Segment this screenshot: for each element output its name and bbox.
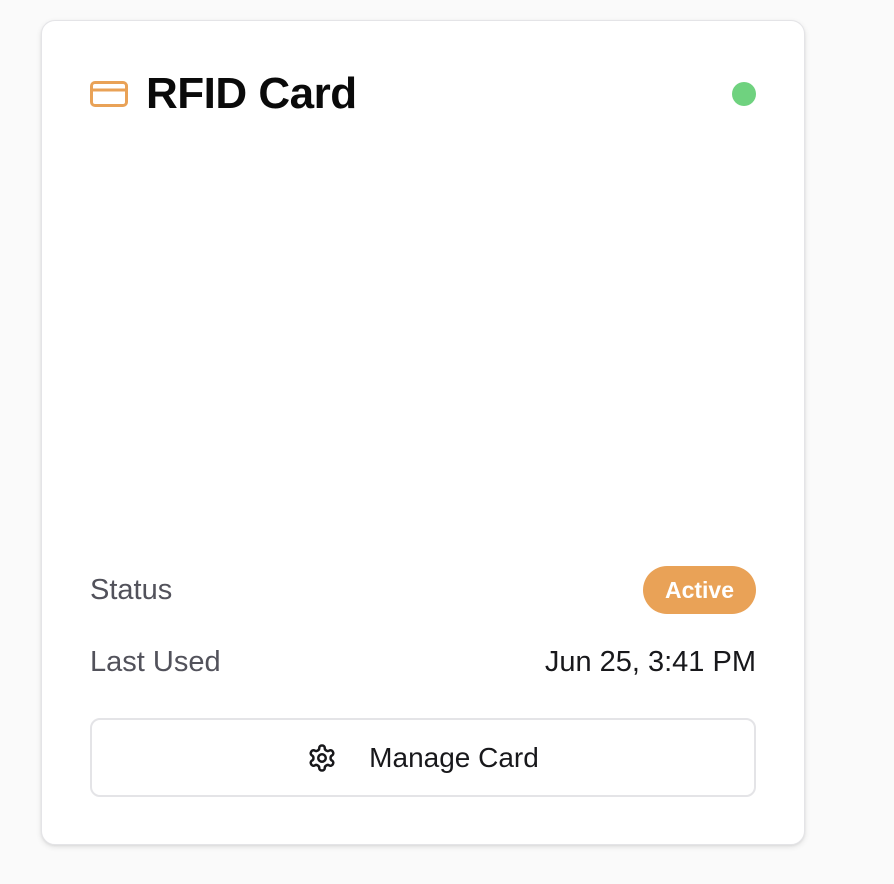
card-header: RFID Card xyxy=(90,69,756,119)
rfid-card-panel: RFID Card Status Active Last Used Jun 25… xyxy=(41,20,805,845)
status-label: Status xyxy=(90,573,173,606)
card-title: RFID Card xyxy=(146,69,357,118)
last-used-row: Last Used Jun 25, 3:41 PM xyxy=(90,638,756,686)
manage-card-button[interactable]: Manage Card xyxy=(90,718,756,797)
status-row: Status Active xyxy=(90,566,756,614)
last-used-label: Last Used xyxy=(90,645,221,678)
last-used-value: Jun 25, 3:41 PM xyxy=(544,645,756,678)
status-indicator-dot xyxy=(732,82,756,106)
manage-card-label: Manage Card xyxy=(369,741,539,773)
credit-card-icon xyxy=(90,80,128,108)
status-badge: Active xyxy=(642,566,756,614)
gear-icon xyxy=(307,743,337,773)
